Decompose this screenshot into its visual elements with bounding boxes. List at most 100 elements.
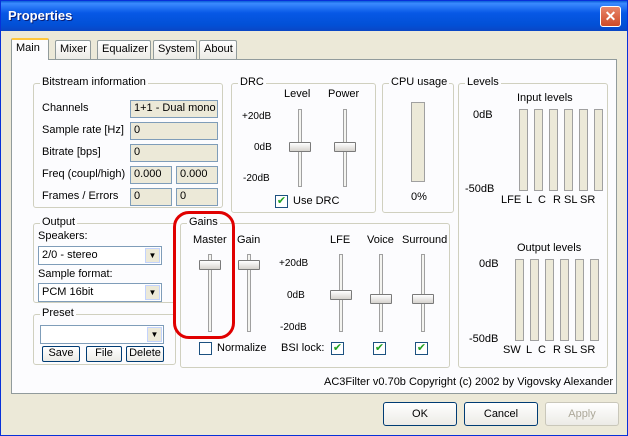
gain-slider[interactable] — [238, 260, 260, 270]
cpu-meter — [411, 102, 425, 182]
drc-power-slider[interactable] — [334, 142, 356, 152]
output-levels-title: Output levels — [517, 242, 582, 254]
preset-save-button[interactable]: Save — [42, 346, 80, 362]
sample-format-label: Sample format: — [38, 268, 113, 280]
preset-group: Preset ▼ Save File Delete — [33, 307, 176, 365]
input-channel-l: L — [526, 194, 533, 206]
preset-select[interactable]: ▼ — [40, 325, 164, 344]
cpu-group: CPU usage 0% — [382, 76, 454, 213]
voice-slider[interactable] — [370, 294, 392, 304]
input-channel-lfe: LFE — [501, 194, 522, 206]
drc-power-label: Power — [328, 88, 360, 100]
sample-format-value: PCM 16bit — [42, 286, 94, 298]
ok-button[interactable]: OK — [383, 402, 457, 426]
drc-tick-plus20: +20dB — [242, 111, 272, 122]
tab-system[interactable]: System — [153, 40, 197, 59]
drc-tick-minus20: -20dB — [243, 173, 270, 184]
input-levels-title: Input levels — [517, 92, 573, 104]
gain-lfe-label: LFE — [330, 234, 351, 246]
chevron-down-icon: ▼ — [147, 327, 162, 342]
output-meter-sr — [590, 259, 599, 341]
bitstream-group: Bitstream information Channels 1+1 - Dua… — [33, 76, 223, 208]
output-channel-sr: SR — [580, 344, 596, 356]
channels-label: Channels — [42, 102, 89, 114]
drc-level-slider[interactable] — [289, 142, 311, 152]
drc-title: DRC — [238, 76, 266, 88]
tab-mixer[interactable]: Mixer — [55, 40, 91, 59]
preset-file-button[interactable]: File — [86, 346, 122, 362]
surround-slider[interactable] — [412, 294, 434, 304]
bitrate-field: 0 — [130, 144, 218, 162]
tab-main[interactable]: Main — [11, 38, 49, 60]
input-meter-lfe — [519, 109, 528, 191]
preset-delete-button[interactable]: Delete — [126, 346, 164, 362]
frames-field: 0 — [130, 188, 172, 206]
drc-group: DRC Level Power +20dB 0dB -20dB ✔ Use DR… — [231, 76, 376, 213]
bsi-lock-label: BSI lock: — [281, 342, 325, 354]
gain-surround-label: Surround — [402, 234, 448, 246]
output-channel-c: C — [538, 344, 546, 356]
channels-field: 1+1 - Dual mono — [130, 100, 218, 118]
input-channel-sr: SR — [580, 194, 596, 206]
frames-errors-label: Frames / Errors — [42, 190, 119, 202]
input-bottom-label: -50dB — [465, 183, 495, 195]
close-icon: ✕ — [604, 8, 617, 24]
speakers-select[interactable]: 2/0 - stereo ▼ — [38, 246, 162, 265]
title-bar[interactable]: Properties ✕ — [1, 1, 627, 31]
surround-track — [421, 254, 425, 332]
gains-tick-0: 0dB — [287, 290, 305, 301]
gain-gain-label: Gain — [237, 234, 261, 246]
freq-high-field: 0.000 — [176, 166, 218, 184]
cancel-button[interactable]: Cancel — [464, 402, 538, 426]
use-drc-checkbox[interactable]: ✔ — [275, 195, 288, 208]
properties-window: Properties ✕ Main Mixer Equalizer System… — [0, 0, 628, 436]
bsi-lock-lfe-checkbox[interactable]: ✔ — [331, 342, 344, 355]
input-meter-r — [564, 109, 573, 191]
chevron-down-icon: ▼ — [145, 285, 160, 300]
output-channel-r: R — [553, 344, 561, 356]
errors-field: 0 — [176, 188, 218, 206]
voice-track — [379, 254, 383, 332]
preset-title: Preset — [40, 307, 76, 319]
bsi-lock-surround-checkbox[interactable]: ✔ — [415, 342, 428, 355]
normalize-label: Normalize — [217, 342, 267, 354]
apply-button[interactable]: Apply — [545, 402, 619, 426]
drc-level-label: Level — [284, 88, 311, 100]
tab-about[interactable]: About — [199, 40, 237, 59]
highlight-ring — [173, 211, 235, 339]
speakers-label: Speakers: — [38, 230, 88, 242]
input-meter-c — [549, 109, 558, 191]
bsi-lock-voice-checkbox[interactable]: ✔ — [373, 342, 386, 355]
levels-group: Levels Input levels 0dB -50dB LFE L C R … — [458, 76, 608, 368]
output-title: Output — [40, 216, 78, 228]
output-meter-sw — [515, 259, 524, 341]
input-meter-l — [534, 109, 543, 191]
output-group: Output Speakers: 2/0 - stereo ▼ Sample f… — [33, 216, 176, 303]
output-top-label: 0dB — [479, 258, 499, 270]
use-drc-label: Use DRC — [293, 195, 340, 207]
sample-format-select[interactable]: PCM 16bit ▼ — [38, 283, 162, 302]
chevron-down-icon: ▼ — [145, 248, 160, 263]
bitstream-title: Bitstream information — [40, 76, 148, 88]
output-bottom-label: -50dB — [469, 333, 499, 345]
close-button[interactable]: ✕ — [600, 6, 621, 27]
sample-rate-label: Sample rate [Hz] — [42, 124, 124, 136]
input-meter-sr — [594, 109, 603, 191]
normalize-checkbox[interactable] — [199, 342, 212, 355]
levels-title: Levels — [465, 76, 501, 88]
output-channel-l: L — [526, 344, 533, 356]
lfe-slider[interactable] — [330, 290, 352, 300]
gain-voice-label: Voice — [367, 234, 394, 246]
input-top-label: 0dB — [473, 109, 493, 121]
copyright-text: AC3Filter v0.70b Copyright (c) 2002 by V… — [324, 376, 613, 388]
main-tab-panel: Bitstream information Channels 1+1 - Dua… — [11, 59, 617, 394]
gains-tick-plus20: +20dB — [279, 258, 309, 269]
gains-tick-minus20: -20dB — [280, 322, 307, 333]
output-meter-sl — [575, 259, 584, 341]
freq-label: Freq (coupl/high) — [42, 168, 126, 180]
tab-equalizer[interactable]: Equalizer — [97, 40, 151, 59]
sample-rate-field: 0 — [130, 122, 218, 140]
cpu-value: 0% — [411, 191, 427, 203]
input-channel-sl: SL — [564, 194, 578, 206]
drc-tick-0: 0dB — [254, 142, 272, 153]
